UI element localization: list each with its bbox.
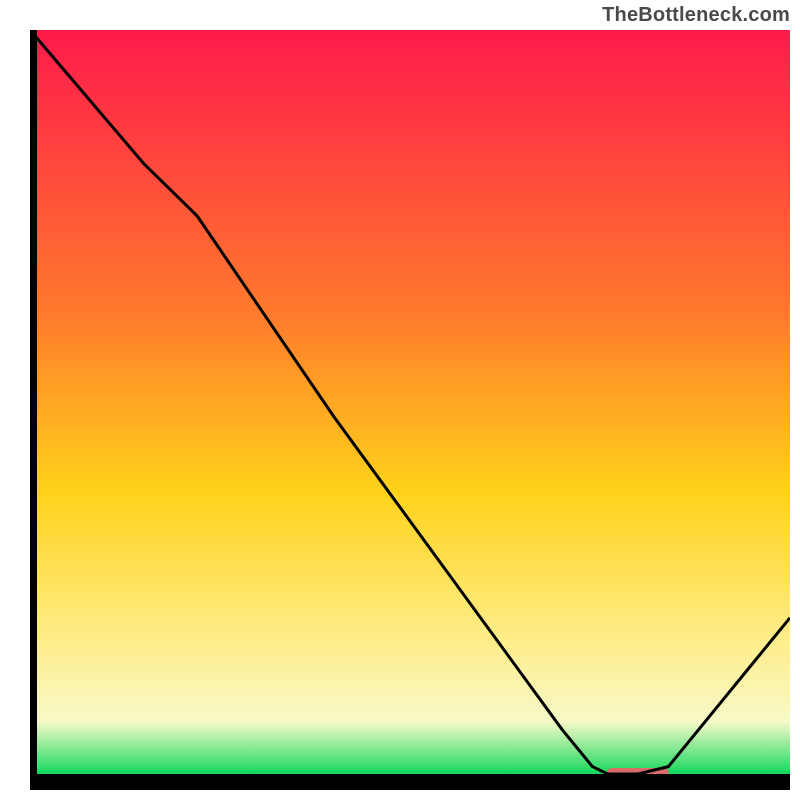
gradient-background <box>30 30 790 774</box>
plot-area <box>30 30 790 790</box>
chart-stage: TheBottleneck.com <box>0 0 800 800</box>
bottleneck-chart <box>30 30 790 790</box>
watermark-text: TheBottleneck.com <box>602 4 790 27</box>
green-baseline-strip <box>30 770 790 774</box>
